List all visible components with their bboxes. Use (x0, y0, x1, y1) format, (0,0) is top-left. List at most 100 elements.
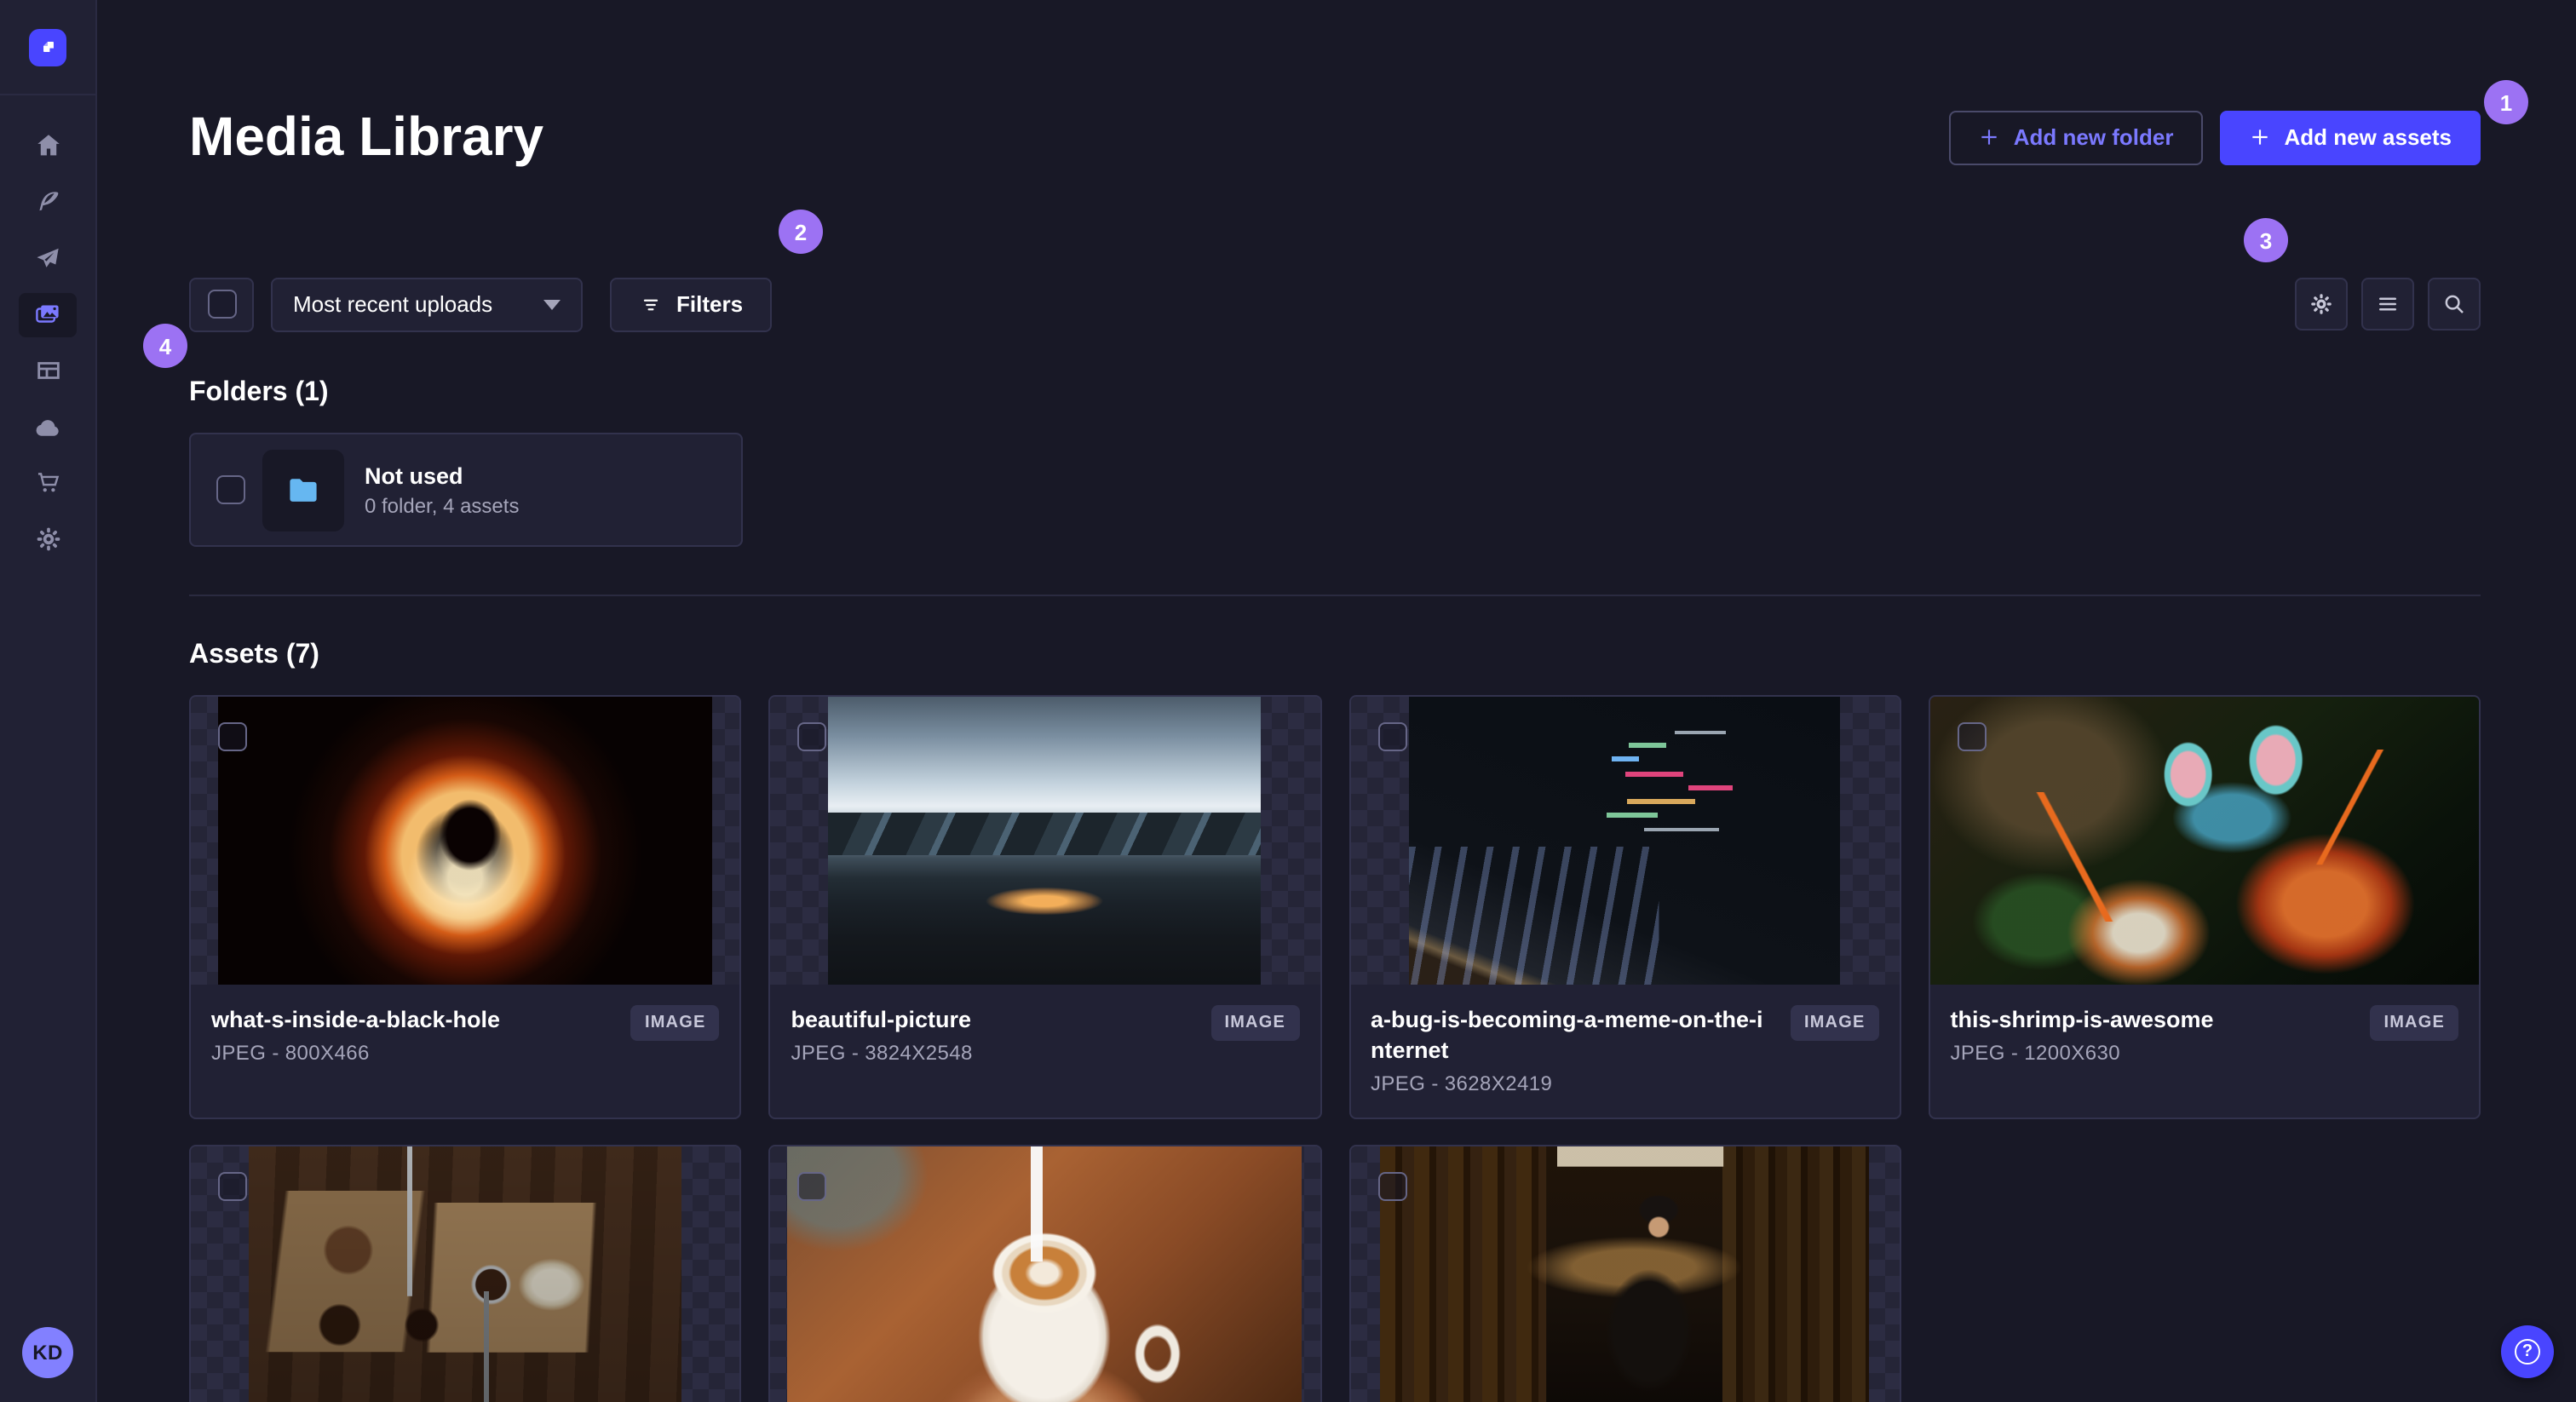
asset-thumbnail-area (1929, 697, 2479, 985)
section-divider (189, 595, 2481, 597)
media-library-icon (19, 292, 77, 336)
asset-title: what-s-inside-a-black-hole (211, 1007, 501, 1033)
asset-texts: this-shrimp-is-awesome JPEG - 1200X630 (1951, 1006, 2357, 1067)
filter-icon (643, 299, 658, 311)
asset-info: what-s-inside-a-black-hole JPEG - 800X46… (191, 985, 739, 1118)
asset-thumbnail (1409, 697, 1841, 985)
asset-meta: JPEG - 800X466 (211, 1041, 370, 1066)
add-new-folder-button[interactable]: Add new folder (1948, 110, 2203, 165)
select-all-checkbox-button[interactable] (189, 277, 254, 332)
asset-card[interactable]: the-internet-s-own-boy JPEG - 1200X707 I… (1348, 1145, 1901, 1402)
asset-type-badge: IMAGE (1210, 1005, 1299, 1042)
folder-title: Not used (365, 463, 463, 489)
asset-title: this-shrimp-is-awesome (1950, 1007, 2214, 1033)
folder-card[interactable]: Not used 0 folder, 4 assets (189, 433, 743, 548)
asset-card[interactable]: a-bug-is-becoming-a-meme-on-the-internet… (1348, 695, 1901, 1120)
sidebar-item-home[interactable] (0, 118, 95, 174)
asset-title: beautiful-picture (791, 1007, 972, 1033)
folder-icon (290, 478, 317, 502)
filters-button[interactable]: Filters (610, 277, 773, 332)
add-new-assets-label: Add new assets (2284, 124, 2452, 151)
asset-checkbox[interactable] (1957, 722, 1987, 752)
grid-settings-button[interactable] (2295, 278, 2348, 331)
sidebar-item-settings[interactable] (0, 511, 95, 567)
asset-title: a-bug-is-becoming-a-meme-on-the-internet (1371, 1007, 1763, 1064)
annotation-badge-1: 1 (2484, 80, 2528, 124)
asset-texts: a-bug-is-becoming-a-meme-on-the-internet… (1371, 1006, 1777, 1098)
page-header: Media Library Add new folder Add new ass… (189, 68, 2481, 208)
settings-gear-icon (2311, 295, 2332, 315)
asset-card[interactable]: what-s-inside-a-black-hole JPEG - 800X46… (189, 695, 742, 1120)
search-button[interactable] (2428, 278, 2481, 331)
cloud-icon (19, 405, 77, 449)
chevron-down-icon (543, 299, 561, 310)
feather-icon (19, 180, 77, 224)
asset-thumbnail (1929, 697, 2479, 985)
asset-checkbox[interactable] (218, 722, 247, 752)
page-title: Media Library (189, 106, 544, 168)
folder-checkbox[interactable] (216, 475, 245, 505)
asset-thumbnail-area (1350, 1146, 1900, 1402)
sidebar-item-deploy[interactable] (0, 399, 95, 455)
asset-checkbox[interactable] (797, 1172, 827, 1202)
asset-card[interactable]: beautiful-picture JPEG - 3824X2548 IMAGE (768, 695, 1321, 1120)
asset-thumbnail-area (1350, 697, 1900, 985)
send-icon (19, 236, 77, 280)
asset-grid: what-s-inside-a-black-hole JPEG - 800X46… (189, 695, 2481, 1402)
asset-checkbox[interactable] (1377, 722, 1406, 752)
list-view-icon (2379, 298, 2396, 312)
sidebar-item-releases[interactable] (0, 230, 95, 286)
asset-type-badge: IMAGE (2370, 1005, 2458, 1042)
plus-icon (1981, 130, 1997, 146)
home-icon (19, 124, 77, 168)
asset-checkbox[interactable] (1377, 1172, 1406, 1202)
sidebar-nav (0, 95, 95, 567)
asset-type-badge: IMAGE (630, 1005, 720, 1042)
add-new-assets-button[interactable]: Add new assets (2219, 110, 2481, 165)
plus-icon (2251, 130, 2268, 146)
asset-meta: JPEG - 1200X630 (1950, 1041, 2120, 1066)
asset-thumbnail (218, 697, 713, 985)
sort-dropdown[interactable]: Most recent uploads (271, 277, 583, 332)
strapi-logo-icon (43, 42, 53, 52)
header-actions: Add new folder Add new assets (1948, 110, 2481, 165)
select-all-checkbox[interactable] (207, 290, 236, 319)
asset-checkbox[interactable] (797, 722, 827, 752)
gear-icon (19, 517, 77, 561)
assets-heading: Assets (7) (189, 641, 319, 670)
asset-thumbnail-area (770, 1146, 1320, 1402)
question-mark-icon: ? (2515, 1339, 2540, 1365)
asset-card[interactable]: coffee-beans JPEG - 5021X3347 IMAGE (189, 1145, 742, 1402)
media-library-page: KD Media Library Add new folder Add new … (0, 0, 2576, 1402)
filters-label: Filters (676, 291, 744, 318)
sidebar-item-media-library[interactable] (0, 286, 95, 342)
user-avatar[interactable]: KD (22, 1327, 73, 1378)
sidebar-item-marketplace[interactable] (0, 455, 95, 511)
annotation-badge-3: 3 (2244, 218, 2288, 262)
folder-subtitle: 0 folder, 4 assets (365, 493, 520, 518)
asset-thumbnail (249, 1146, 682, 1402)
asset-info: beautiful-picture JPEG - 3824X2548 IMAGE (771, 985, 1320, 1118)
sidebar-logo-area (0, 0, 95, 95)
folder-text: Not used 0 folder, 4 assets (365, 461, 519, 519)
help-fab-button[interactable]: ? (2501, 1325, 2554, 1378)
asset-thumbnail-area (191, 697, 740, 985)
sidebar-item-content-manager[interactable] (0, 342, 95, 399)
asset-texts: beautiful-picture JPEG - 3824X2548 (791, 1006, 1198, 1067)
add-new-folder-label: Add new folder (2013, 124, 2174, 151)
asset-checkbox[interactable] (218, 1172, 247, 1202)
strapi-logo[interactable] (29, 28, 66, 66)
sidebar: KD (0, 0, 97, 1402)
asset-thumbnail (1380, 1146, 1870, 1402)
sidebar-item-content-builder[interactable] (0, 174, 95, 230)
folders-heading: Folders (1) (189, 377, 329, 407)
asset-thumbnail (787, 1146, 1302, 1402)
asset-info: a-bug-is-becoming-a-meme-on-the-internet… (1350, 985, 1899, 1118)
annotation-badge-4: 4 (143, 324, 187, 368)
asset-type-badge: IMAGE (1790, 1005, 1879, 1042)
asset-card[interactable]: this-shrimp-is-awesome JPEG - 1200X630 I… (1928, 695, 2481, 1120)
cart-icon (19, 461, 77, 505)
list-view-button[interactable] (2361, 278, 2414, 331)
layout-panel-icon (19, 348, 77, 393)
asset-card[interactable]: coffee-art JPEG - 5824X3259 IMAGE (768, 1145, 1321, 1402)
